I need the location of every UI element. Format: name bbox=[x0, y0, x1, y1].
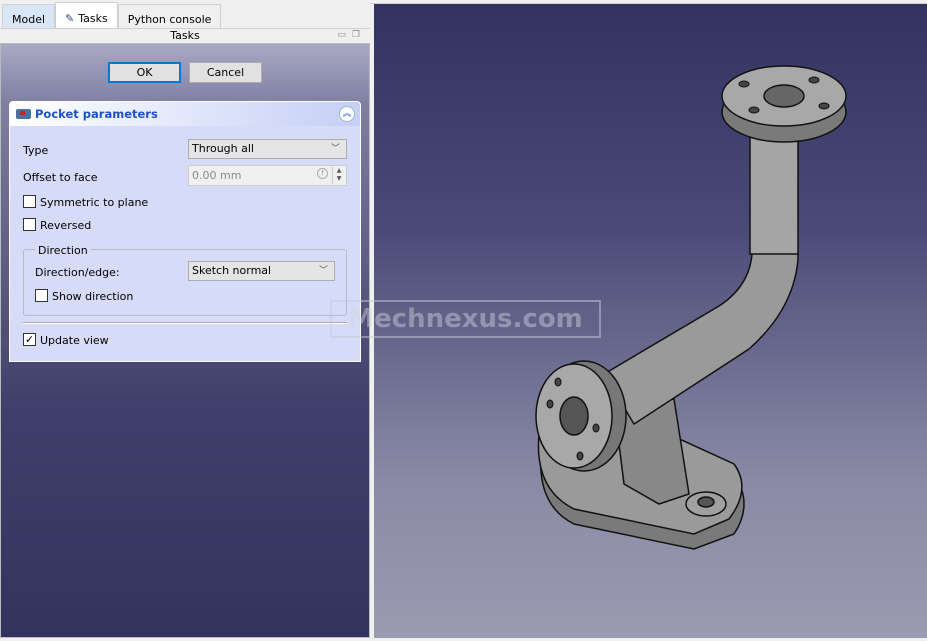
cancel-button[interactable]: Cancel bbox=[189, 62, 262, 83]
offset-label: Offset to face bbox=[23, 171, 98, 184]
chevron-down-icon: ﹀ bbox=[318, 266, 328, 276]
direction-edge-select[interactable]: Sketch normal ﹀ bbox=[188, 261, 335, 281]
direction-group bbox=[23, 249, 347, 316]
reversed-checkbox[interactable] bbox=[23, 218, 36, 231]
tab-label: Python console bbox=[127, 12, 212, 26]
expression-icon[interactable]: f bbox=[317, 168, 328, 179]
restore-icon[interactable]: ❐ bbox=[352, 30, 366, 40]
box-title: Pocket parameters bbox=[35, 107, 158, 121]
spin-arrows[interactable]: ▲ ▼ bbox=[332, 167, 345, 184]
tab-label: Tasks bbox=[78, 11, 108, 25]
combo-view: Model ✎ Tasks Python console Tasks ▭❐ OK … bbox=[0, 0, 370, 638]
reversed-label: Reversed bbox=[40, 219, 92, 232]
show-direction-checkbox[interactable] bbox=[35, 289, 48, 302]
pocket-icon bbox=[16, 109, 31, 119]
offset-input[interactable]: 0.00 mm f ▲ ▼ bbox=[188, 165, 347, 186]
direction-edge-label: Direction/edge: bbox=[35, 266, 120, 279]
ok-button[interactable]: OK bbox=[108, 62, 181, 83]
dock-buttons[interactable]: ▭❐ bbox=[337, 30, 366, 40]
offset-value: 0.00 mm bbox=[192, 169, 242, 182]
collapse-icon[interactable]: ︽ bbox=[339, 106, 355, 122]
tab-tasks[interactable]: ✎ Tasks bbox=[55, 2, 118, 28]
direction-group-title: Direction bbox=[35, 244, 91, 257]
divider bbox=[23, 322, 347, 324]
type-label: Type bbox=[23, 144, 49, 157]
float-icon[interactable]: ▭ bbox=[337, 30, 352, 40]
pencil-icon: ✎ bbox=[65, 11, 75, 25]
symmetric-label: Symmetric to plane bbox=[40, 196, 149, 209]
tab-model[interactable]: Model bbox=[2, 4, 56, 28]
tab-label: Model bbox=[12, 12, 46, 26]
watermark: Mechnexus.com bbox=[330, 300, 601, 338]
panel-title: Tasks bbox=[0, 28, 370, 43]
symmetric-checkbox[interactable] bbox=[23, 195, 36, 208]
box-header[interactable]: Pocket parameters bbox=[10, 102, 360, 126]
tab-python-console[interactable]: Python console bbox=[117, 4, 222, 28]
chevron-down-icon: ﹀ bbox=[330, 144, 340, 154]
vertical-pipe bbox=[749, 123, 799, 255]
tab-bar: Model ✎ Tasks Python console bbox=[2, 2, 222, 28]
type-select[interactable]: Through all ﹀ bbox=[188, 139, 347, 159]
update-view-label: Update view bbox=[40, 334, 109, 347]
show-direction-label: Show direction bbox=[52, 290, 134, 303]
type-value: Through all bbox=[192, 142, 254, 155]
update-view-checkbox[interactable]: ✓ bbox=[23, 333, 36, 346]
direction-edge-value: Sketch normal bbox=[192, 264, 272, 277]
